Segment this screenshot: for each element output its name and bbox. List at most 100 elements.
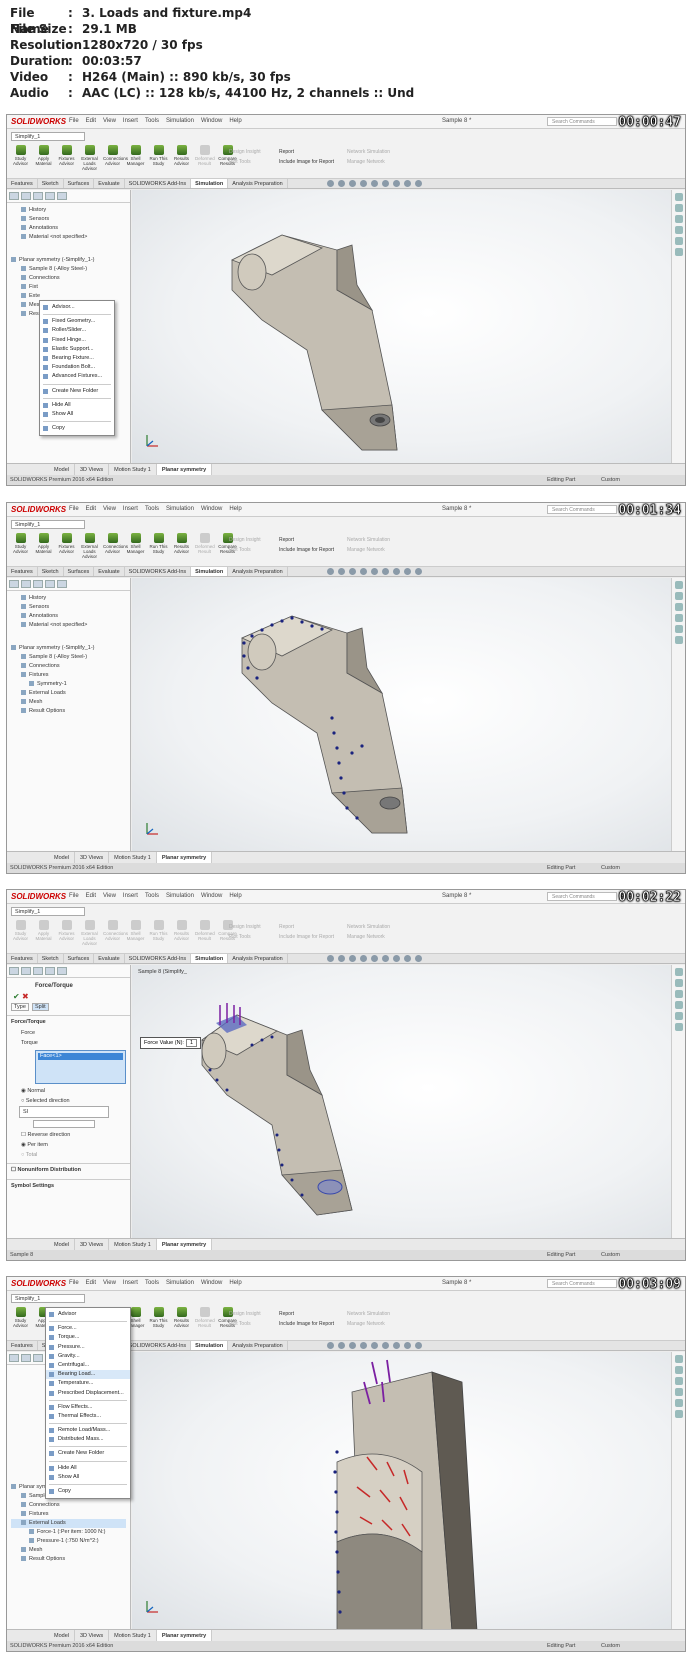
hide-show-icon[interactable] (393, 568, 400, 575)
menu-view[interactable]: View (103, 506, 116, 512)
manage-network-link[interactable]: Manage Network (347, 1319, 390, 1329)
view-orientation-icon[interactable] (371, 568, 378, 575)
menu-insert[interactable]: Insert (123, 1280, 138, 1286)
tab-evaluate[interactable]: Evaluate (94, 954, 125, 963)
tree-item-study[interactable]: Planar symmetry (-Simplify_1-) (11, 644, 126, 653)
menu-edit[interactable]: Edit (86, 506, 96, 512)
tab-simulation[interactable]: Simulation (191, 567, 229, 576)
menu-simulation[interactable]: Simulation (166, 893, 194, 899)
menu-insert[interactable]: Insert (123, 118, 138, 124)
connections-advisor-button[interactable]: Connections Advisor (103, 533, 128, 559)
scene-icon[interactable] (415, 1342, 422, 1349)
tab-simulation[interactable]: Simulation (191, 954, 229, 963)
tab-evaluate[interactable]: Evaluate (94, 179, 125, 188)
tab-sketch[interactable]: Sketch (38, 179, 64, 188)
tree-item-material[interactable]: Material <not specified> (11, 233, 126, 242)
run-study-button[interactable]: Run This Study (149, 145, 168, 171)
tab-planar-symmetry[interactable]: Planar symmetry (156, 464, 213, 475)
menu-file[interactable]: File (69, 1280, 79, 1286)
report-link[interactable]: Report (279, 1309, 334, 1319)
hide-show-icon[interactable] (393, 180, 400, 187)
external-loads-button[interactable]: External Loads Advisor (80, 533, 99, 559)
tree-item-pressure[interactable]: Pressure-1 (:750 N/m^2:) (11, 1537, 126, 1546)
tab-simulation[interactable]: Simulation (191, 1341, 229, 1350)
configuration-manager-tab[interactable] (33, 1354, 43, 1362)
appearance-icon[interactable] (404, 955, 411, 962)
unit-select[interactable]: SI (19, 1106, 109, 1118)
display-style-icon[interactable] (382, 955, 389, 962)
design-insight-link[interactable]: Design Insight (229, 147, 261, 157)
selected-face-item[interactable]: Face<1> (38, 1053, 123, 1060)
display-manager-tab[interactable] (57, 192, 67, 200)
study-advisor-button[interactable]: Study Advisor (11, 920, 30, 946)
run-study-button[interactable]: Run This Study (149, 533, 168, 559)
menu-simulation[interactable]: Simulation (166, 1280, 194, 1286)
force-option[interactable]: Force (7, 1028, 130, 1038)
zoom-icon[interactable] (327, 1342, 334, 1349)
zoom-area-icon[interactable] (338, 1342, 345, 1349)
menu-item-elastic-support[interactable]: Elastic Support... (40, 345, 114, 354)
tab-model[interactable]: Model (49, 1630, 75, 1641)
menu-item-prescribed-displacement[interactable]: Prescribed Displacement... (46, 1389, 130, 1398)
graphics-area[interactable] (132, 578, 671, 851)
menu-help[interactable]: Help (229, 1280, 241, 1286)
include-image-link[interactable]: Include Image for Report (279, 545, 334, 555)
scene-icon[interactable] (415, 180, 422, 187)
appearance-icon[interactable] (404, 568, 411, 575)
menu-item-hide-all[interactable]: Hide All (40, 401, 114, 410)
appearances-icon[interactable] (674, 1012, 683, 1020)
display-manager-tab[interactable] (57, 967, 67, 975)
view-palette-icon[interactable] (674, 1388, 683, 1396)
search-input[interactable]: Search Commands (547, 505, 617, 514)
menu-item-create-folder[interactable]: Create New Folder (40, 387, 114, 396)
tab-addins[interactable]: SOLIDWORKS Add-Ins (125, 1341, 192, 1350)
menu-item-foundation-bolt[interactable]: Foundation Bolt... (40, 363, 114, 372)
menu-tools[interactable]: Tools (145, 506, 159, 512)
menu-simulation[interactable]: Simulation (166, 118, 194, 124)
menu-insert[interactable]: Insert (123, 506, 138, 512)
include-image-link[interactable]: Include Image for Report (279, 157, 334, 167)
configuration-manager-tab[interactable] (33, 192, 43, 200)
menu-window[interactable]: Window (201, 1280, 222, 1286)
manage-network-link[interactable]: Manage Network (347, 932, 390, 942)
run-study-button[interactable]: Run This Study (149, 1307, 168, 1333)
search-input[interactable]: Search Commands (547, 1279, 617, 1288)
display-style-icon[interactable] (382, 180, 389, 187)
menu-item-distributed-mass[interactable]: Distributed Mass... (46, 1435, 130, 1444)
menu-item-torque[interactable]: Torque... (46, 1333, 130, 1342)
configuration-select[interactable]: Simplify_1 (11, 1294, 85, 1303)
tab-sketch[interactable]: Sketch (38, 567, 64, 576)
nonuniform-section[interactable]: ☐ Nonuniform Distribution (7, 1163, 130, 1176)
view-palette-icon[interactable] (674, 226, 683, 234)
tab-features[interactable]: Features (7, 954, 38, 963)
configuration-manager-tab[interactable] (33, 967, 43, 975)
plot-tools-link[interactable]: Plot Tools (229, 545, 261, 555)
part-model[interactable] (132, 578, 672, 853)
menu-item-copy[interactable]: Copy (40, 424, 114, 433)
design-library-icon[interactable] (674, 592, 683, 600)
results-advisor-button[interactable]: Results Advisor (172, 145, 191, 171)
menu-window[interactable]: Window (201, 118, 222, 124)
design-insight-link[interactable]: Design Insight (229, 535, 261, 545)
manage-network-link[interactable]: Manage Network (347, 545, 390, 555)
tab-3d-views[interactable]: 3D Views (75, 852, 110, 863)
search-input[interactable]: Search Commands (547, 892, 617, 901)
tree-item-history[interactable]: History (11, 206, 126, 215)
display-style-icon[interactable] (382, 1342, 389, 1349)
zoom-icon[interactable] (327, 955, 334, 962)
tab-model[interactable]: Model (49, 464, 75, 475)
graphics-area[interactable] (132, 1352, 671, 1632)
custom-properties-icon[interactable] (674, 248, 683, 256)
appearances-icon[interactable] (674, 237, 683, 245)
design-library-icon[interactable] (674, 1366, 683, 1374)
tree-item-result-options[interactable]: Result Options (11, 1555, 126, 1564)
tab-analysis-preparation[interactable]: Analysis Preparation (228, 954, 288, 963)
tab-features[interactable]: Features (7, 1341, 38, 1350)
menu-item-force[interactable]: Force... (46, 1324, 130, 1333)
run-study-button[interactable]: Run This Study (149, 920, 168, 946)
menu-item-copy[interactable]: Copy (46, 1487, 130, 1496)
study-advisor-button[interactable]: Study Advisor (11, 533, 30, 559)
pm-section-force-torque[interactable]: Force/Torque (7, 1015, 130, 1028)
deformed-result-button[interactable]: Deformed Result (195, 1307, 215, 1333)
tab-model[interactable]: Model (49, 852, 75, 863)
